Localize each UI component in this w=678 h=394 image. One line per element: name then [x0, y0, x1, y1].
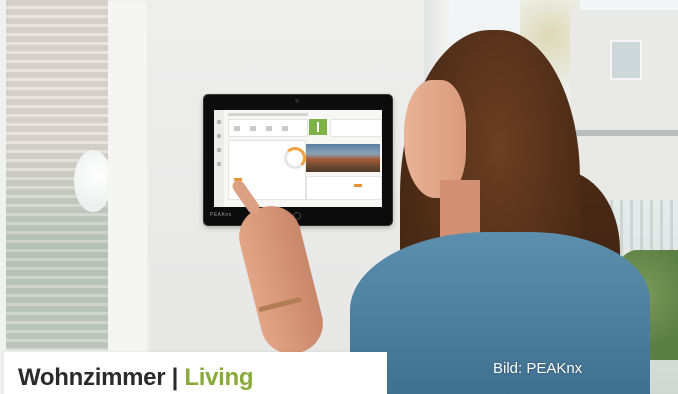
- green-toggle-tile: [309, 119, 327, 135]
- wall-tablet: PEAKnx: [204, 95, 392, 225]
- camera-dot: [295, 99, 299, 103]
- sidebar-icon: [217, 120, 221, 124]
- caption-title-main: Wohnzimmer |: [18, 364, 185, 391]
- caption-title: Wohnzimmer | Living: [18, 364, 254, 392]
- screen-icon: [282, 126, 288, 131]
- screen-icon: [266, 126, 272, 131]
- sidebar-icon: [217, 148, 221, 152]
- window-frame: [108, 0, 150, 394]
- caption-title-accent: Living: [184, 364, 254, 391]
- house-window: [610, 40, 642, 80]
- photo-credit: Bild: PEAKnx: [493, 360, 583, 377]
- screen-tile: [330, 119, 382, 137]
- photo-scene: PEAKnx Wohnzimmer | Living Bild: PEAKnx: [0, 0, 678, 394]
- neck: [440, 180, 480, 240]
- screen-sidebar: [214, 110, 224, 207]
- sidebar-icon: [217, 162, 221, 166]
- window-with-blinds: [0, 0, 150, 394]
- thermostat-gauge: [284, 147, 306, 169]
- round-wall-light: [74, 150, 112, 212]
- screen-indicator: [354, 184, 362, 187]
- screen-tile: [306, 176, 382, 200]
- screen-icon: [234, 126, 240, 131]
- neighbor-house: [570, 10, 678, 200]
- screen-header: [228, 113, 308, 116]
- sidebar-icon: [217, 134, 221, 138]
- device-brand-label: PEAKnx: [210, 212, 232, 218]
- screen-icon: [250, 126, 256, 131]
- camera-feed-tile: [306, 144, 380, 172]
